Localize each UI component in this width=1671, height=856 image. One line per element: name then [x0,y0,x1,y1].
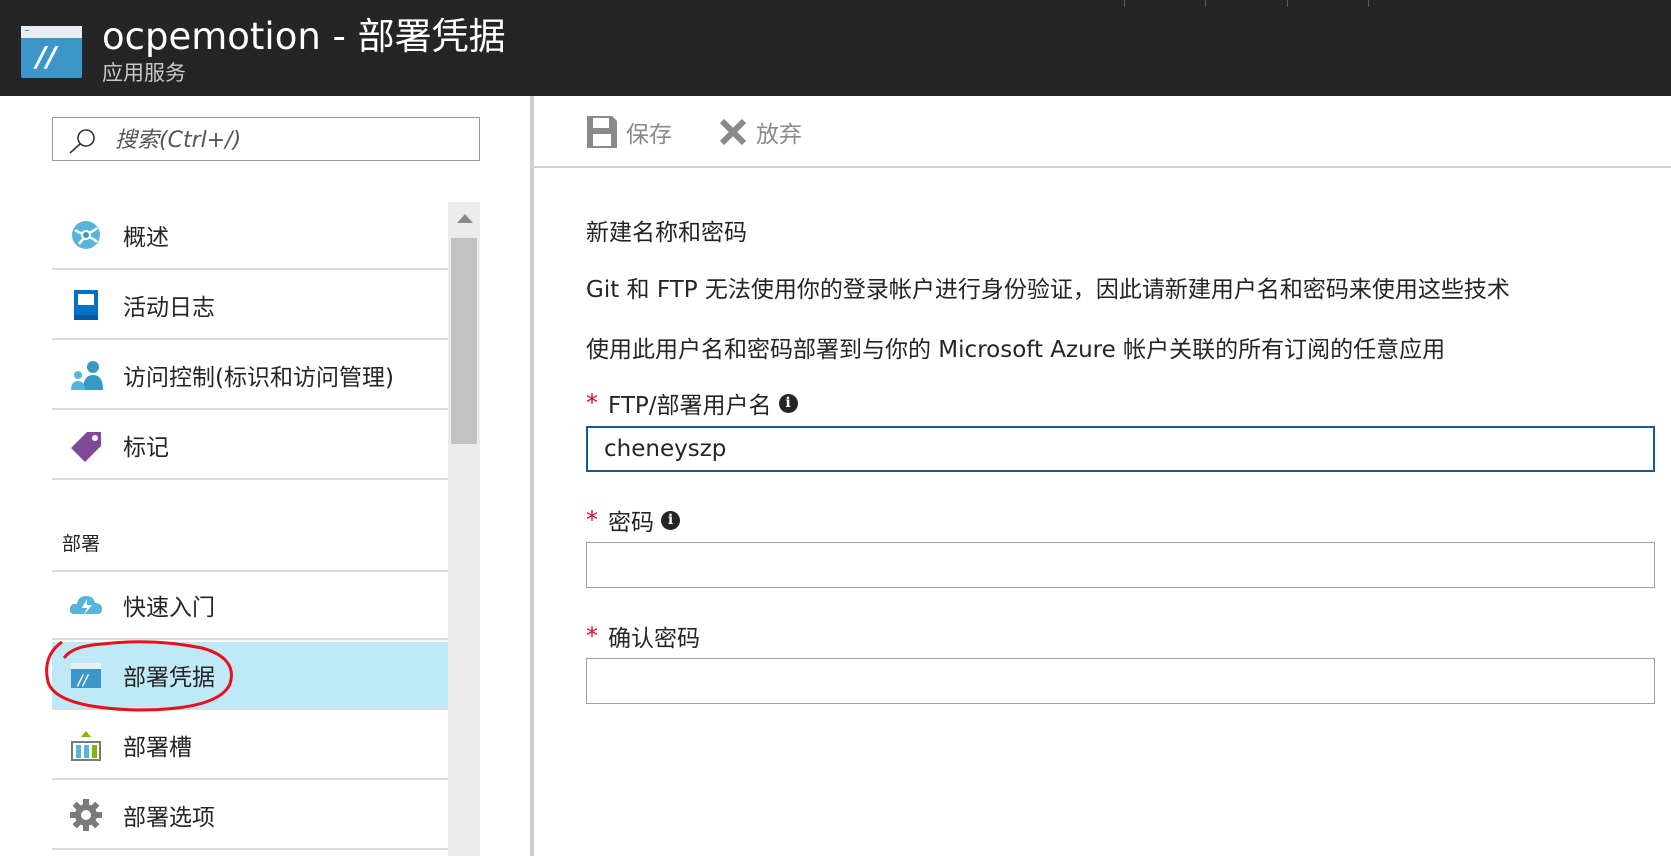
sidebar-item-label: 活动日志 [123,295,215,321]
scrollbar-thumb[interactable] [451,238,477,444]
close-icon [719,118,747,146]
page-subtitle: 应用服务 [102,61,186,85]
search-input[interactable] [113,124,472,156]
discard-button[interactable]: 放弃 [718,114,802,150]
tag-icon [69,428,103,462]
info-icon[interactable]: i [778,393,798,413]
username-input[interactable] [586,426,1655,472]
sidebar-item-access-control[interactable]: 访问控制(标识和访问管理) [52,342,448,410]
section-label-deployment: 部署 [62,533,101,555]
menu-scrollbar[interactable] [448,202,480,856]
app-service-icon: // [69,658,103,692]
username-label: * FTP/部署用户名 i [586,386,798,420]
save-button[interactable]: 保存 [586,114,672,150]
sidebar-item-label: 标记 [123,435,169,461]
sidebar-item-deployment-options[interactable]: 部署选项 [52,782,448,850]
section-title: 新建名称和密码 [586,220,747,246]
sidebar-item-label: 部署选项 [123,805,215,831]
confirm-password-input[interactable] [586,658,1655,704]
search-icon [69,129,95,154]
sidebar-item-deployment-slots[interactable]: 部署槽 [52,712,448,780]
description-text: 使用此用户名和密码部署到与你的 Microsoft Azure 帐户关联的所有订… [586,337,1446,363]
sidebar-item-tags[interactable]: 标记 [52,412,448,480]
sidebar-item-label: 部署槽 [123,735,192,761]
sidebar-item-deployment-credentials[interactable]: // 部署凭据 [52,642,448,710]
save-icon [587,116,617,148]
confirm-password-label: * 确认密码 [586,619,700,653]
required-indicator: * [586,506,598,534]
required-indicator: * [586,389,598,417]
sidebar-item-label: 部署凭据 [123,665,215,691]
blade-header: // ocpemotion - 部署凭据 应用服务 [0,0,1671,96]
password-label: * 密码 i [586,503,680,537]
description-text: Git 和 FTP 无法使用你的登录帐户进行身份验证，因此请新建用户名和密码来使… [586,277,1510,303]
sidebar-item-label: 概述 [123,225,169,251]
globe-icon [69,218,103,252]
log-book-icon [69,288,103,322]
save-button-label: 保存 [626,122,672,148]
page-title: ocpemotion - 部署凭据 [102,15,506,58]
sidebar-item-label: 访问控制(标识和访问管理) [123,365,394,391]
cloud-bolt-icon [69,588,103,622]
sidebar-item-overview[interactable]: 概述 [52,202,448,270]
confirm-password-label-text: 确认密码 [608,626,700,652]
sidebar-item-label: 快速入门 [123,595,215,621]
required-indicator: * [586,622,598,650]
password-label-text: 密码 [608,510,654,536]
username-label-text: FTP/部署用户名 [608,393,772,419]
sidebar-item-quickstart[interactable]: 快速入门 [52,572,448,640]
deployment-slots-icon [69,728,103,762]
password-input[interactable] [586,542,1655,588]
discard-button-label: 放弃 [756,122,802,148]
app-service-icon: // [21,26,82,78]
search-box[interactable] [52,117,480,161]
info-icon[interactable]: i [661,510,680,530]
svg-text://: // [76,673,90,689]
command-bar: 保存 放弃 [534,96,1671,168]
sidebar-item-activity-log[interactable]: 活动日志 [52,272,448,340]
gear-icon [69,798,103,832]
users-icon [69,358,103,392]
menu-splitter[interactable] [530,96,534,856]
scroll-up-arrow-icon[interactable] [457,214,473,223]
